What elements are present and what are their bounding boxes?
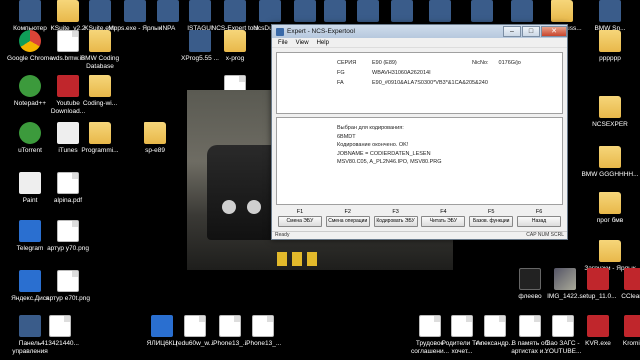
desktop-icon-label: Coding-wi... <box>82 100 118 107</box>
nicno-value: 0176G/jo <box>498 60 521 66</box>
folder-icon <box>599 30 621 52</box>
status-bar: Ready CAP NUM SCRL <box>272 231 567 239</box>
app-icon <box>276 27 284 36</box>
doc-icon <box>252 315 274 337</box>
desktop-icon[interactable]: sp-e89 <box>125 122 185 180</box>
log-line: Кодирование окончено. OK! <box>337 142 409 148</box>
menu-help[interactable]: Help <box>317 40 329 46</box>
folder-icon <box>224 30 246 52</box>
folder-icon <box>89 75 111 97</box>
desktop-icon-label: артур y70.png <box>47 245 89 252</box>
keyboard-indicators: CAP NUM SCRL <box>526 232 564 238</box>
fkey-label: F4 <box>440 209 447 215</box>
fa-value: E90_#0910&ALA7S0300*VB3*&1CA&205&240 <box>372 80 488 86</box>
desktop-icon-label: прог бмв <box>596 217 624 224</box>
close-button[interactable]: ✕ <box>541 26 567 37</box>
doc-icon <box>57 220 79 242</box>
exe-icon <box>429 0 451 22</box>
fkey-label: F3 <box>392 209 399 215</box>
log-line: 6BMDT <box>337 133 356 140</box>
fg-value: WBAVH31060A262014I <box>372 70 431 76</box>
f2-button[interactable]: Смена операции <box>325 216 370 227</box>
folder-icon <box>599 146 621 168</box>
menu-file[interactable]: File <box>278 40 288 46</box>
desktop-icon[interactable]: Kromine <box>605 315 640 360</box>
series-label: СЕРИЯ <box>337 60 357 66</box>
folder-icon <box>599 240 621 262</box>
headlight <box>247 200 261 214</box>
desktop-icon-label: iPhone13_... <box>244 340 282 347</box>
desktop-icon[interactable]: pppppp <box>580 30 640 88</box>
status-text: Ready <box>275 232 290 238</box>
log-line: JOBNAME = CODIERDATEN_LESEN <box>337 150 431 157</box>
desktop-icon-label: alpina.pdf <box>53 197 83 204</box>
desktop-icon-label: Programmi... <box>81 147 119 154</box>
desktop-icon-label: BMW GGGHHHH... <box>581 171 639 178</box>
window-title: Expert - NCS-Expertool <box>287 28 355 35</box>
title-bar[interactable]: Expert - NCS-Expertool – □ ✕ <box>272 25 567 38</box>
folder-icon <box>144 122 166 144</box>
fkey-label: F5 <box>488 209 495 215</box>
f4-button[interactable]: Читать ЭБУ <box>421 216 466 227</box>
ncs-expert-window: Expert - NCS-Expertool – □ ✕ File View H… <box>271 24 568 240</box>
f6-button[interactable]: Назад <box>517 216 562 227</box>
fkey-label: F2 <box>344 209 351 215</box>
log-line: Выбран для кодирования: <box>337 125 404 131</box>
vehicle-info-panel: СЕРИЯ E90 (E89) FG WBAVH31060A262014I FA… <box>276 52 563 114</box>
doc-icon <box>57 172 79 194</box>
f1-button[interactable]: Смена ЭБУ <box>277 216 322 227</box>
desktop-icon[interactable]: iPhone13_... <box>233 315 293 360</box>
desktop-icon[interactable]: 413421440... <box>30 315 90 360</box>
desktop-icon-label: pppppp <box>599 55 621 62</box>
f5-button[interactable]: Базов. функции <box>469 216 514 227</box>
desktop-icon-label: x-prog <box>225 55 245 62</box>
folder-icon <box>89 30 111 52</box>
fkey-label: F6 <box>535 209 543 215</box>
folder-icon <box>551 0 573 22</box>
folder-icon <box>599 192 621 214</box>
exe-icon <box>599 0 621 22</box>
desktop-icon-label: BMW Coding Database <box>80 55 120 70</box>
app-red-icon <box>624 315 640 337</box>
coding-log-panel: Выбран для кодирования: 6BMDT Кодировани… <box>276 117 563 205</box>
road-stripe <box>277 252 287 266</box>
exe-icon <box>471 0 493 22</box>
app-red-icon <box>624 268 640 290</box>
nicno-label: NicNo: <box>472 60 489 66</box>
log-line: MSV80.C05, A_PL2N46.IPO, MSV80.PRG <box>337 159 442 165</box>
fg-label: FG <box>337 70 345 76</box>
desktop-icon-label: NCSEXPER <box>592 121 628 128</box>
road-stripe <box>292 252 302 266</box>
headlight <box>222 200 236 214</box>
fa-label: FA <box>337 80 344 86</box>
desktop-icon-label: Kromine <box>622 340 640 347</box>
desktop-icon-label: CCleaner <box>621 293 640 300</box>
maximize-button[interactable]: □ <box>522 26 540 37</box>
fkey-label: F1 <box>296 209 304 215</box>
doc-icon <box>57 270 79 292</box>
exe-icon <box>511 0 533 22</box>
desktop-icon-label: 413421440... <box>41 340 79 347</box>
folder-icon <box>89 122 111 144</box>
menu-view[interactable]: View <box>296 40 309 46</box>
minimize-button[interactable]: – <box>503 26 521 37</box>
road-stripe <box>307 252 317 266</box>
f3-button[interactable]: Кодировать ЭБУ <box>373 216 418 227</box>
menu-bar: File View Help <box>272 38 567 48</box>
desktop-icon-label: артур e70t.png <box>45 295 91 302</box>
doc-icon <box>49 315 71 337</box>
desktop-icon-label: sp-e89 <box>145 147 165 154</box>
function-keys: F1 Смена ЭБУ F2 Смена операции F3 Кодироват… <box>276 208 563 230</box>
folder-icon <box>599 96 621 118</box>
